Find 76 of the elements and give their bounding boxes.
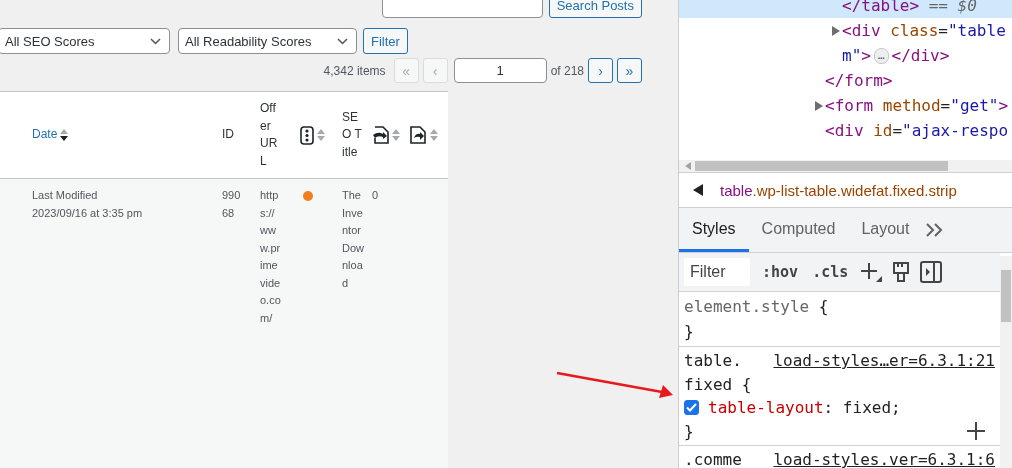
property-checkbox[interactable]: [684, 400, 699, 416]
css-selector: element.style: [684, 297, 810, 316]
markup-text: "table: [947, 20, 1006, 42]
dom-node[interactable]: </form>: [679, 68, 1012, 93]
markup-text: <form: [825, 95, 874, 117]
column-header: SEO Title: [342, 108, 363, 161]
markup-text: =: [892, 120, 903, 142]
filter-select[interactable]: All SEO Scores: [0, 28, 170, 54]
sidebar-toggle-icon[interactable]: [920, 261, 943, 283]
toolbar-toggle[interactable]: :hov: [760, 263, 801, 281]
markup-text: =: [940, 95, 951, 117]
markup-text: >: [861, 45, 871, 67]
expand-triangle-icon[interactable]: [813, 99, 825, 112]
css-brace: }: [684, 322, 694, 341]
expand-triangle-icon[interactable]: [830, 24, 842, 37]
panel-tab[interactable]: Layout: [848, 208, 923, 252]
styles-filter-field[interactable]: Filter: [684, 258, 750, 286]
chevron-down-icon: [337, 37, 348, 45]
traffic-light-icon: [300, 125, 314, 145]
date-text: Last Modified: [32, 188, 99, 203]
search-field[interactable]: [381, 0, 543, 18]
markup-text: class: [889, 20, 939, 42]
sort-icon[interactable]: [60, 128, 69, 142]
css-brace: {: [740, 374, 752, 394]
date-text: 2023/09/16 at 3:35 pm: [32, 205, 144, 221]
filter-select[interactable]: All Readability Scores: [178, 28, 357, 54]
markup-text: >: [998, 95, 1009, 117]
dom-node[interactable]: <div id="ajax-respo: [679, 118, 1012, 143]
markup-text: <div: [825, 120, 864, 142]
add-property-plus-icon[interactable]: [967, 422, 985, 441]
table-cell-text: https://www.primevideo.com/: [260, 188, 282, 326]
table-cell-text: 0: [372, 188, 380, 203]
item-count: 4,342 items: [323, 63, 386, 78]
panel-tab[interactable]: Computed: [748, 208, 849, 252]
markup-text: </div>: [891, 45, 950, 67]
table-cell-text: 99068: [222, 188, 242, 221]
element-breadcrumb[interactable]: table.wp-list-table.widefat.fixed.strip: [720, 181, 957, 199]
stylesheet-link[interactable]: load-styles.ver=6.3.1:6: [773, 450, 995, 468]
new-rule-plus-icon[interactable]: [860, 262, 883, 282]
page-nav-button[interactable]: ›: [588, 58, 613, 83]
css-selector: .comme: [684, 450, 742, 468]
outgoing-link-icon: [410, 126, 427, 144]
markup-text: m": [842, 45, 862, 67]
back-triangle-icon[interactable]: [693, 184, 703, 196]
page-number-field[interactable]: 1: [453, 58, 547, 83]
markup-text: "get": [950, 95, 999, 117]
column-header: ID: [222, 126, 235, 144]
markup-text: =: [938, 20, 948, 42]
column-header: Offer URL: [260, 100, 279, 170]
css-brace: {: [817, 297, 829, 316]
page-total: of 218: [550, 63, 584, 78]
more-tabs-icon[interactable]: [926, 223, 945, 237]
table-cell-text: The Inventor Download: [342, 188, 364, 291]
incoming-link-icon: [372, 126, 389, 144]
markup-text: id: [872, 120, 893, 142]
markup-text: method: [881, 95, 941, 117]
markup-text: </form>: [825, 70, 893, 92]
paint-brush-icon[interactable]: [892, 261, 911, 283]
filter-button[interactable]: Filter: [363, 28, 408, 54]
css-brace: }: [684, 421, 694, 441]
css-selector: fixed: [684, 374, 733, 394]
vertical-scrollbar[interactable]: [1000, 256, 1012, 468]
dom-node[interactable]: <div class="table: [679, 18, 1012, 43]
markup-text: <div: [842, 20, 881, 42]
column-header[interactable]: Date: [32, 126, 58, 144]
markup-text: "ajax-respo: [902, 120, 1009, 142]
stylesheet-link[interactable]: load-styles…er=6.3.1:21: [773, 351, 995, 371]
page-nav-button[interactable]: »: [617, 58, 642, 83]
search-posts-button[interactable]: Search Posts: [548, 0, 642, 18]
toolbar-toggle[interactable]: .cls: [810, 263, 851, 281]
css-declaration[interactable]: table-layout: fixed;: [708, 398, 901, 418]
collapsed-content-badge[interactable]: …: [873, 47, 889, 64]
chevron-down-icon: [150, 37, 161, 45]
horizontal-scrollbar[interactable]: [679, 160, 1012, 172]
dom-node[interactable]: <form method="get">: [679, 93, 1012, 118]
css-selector: table.: [684, 351, 742, 371]
